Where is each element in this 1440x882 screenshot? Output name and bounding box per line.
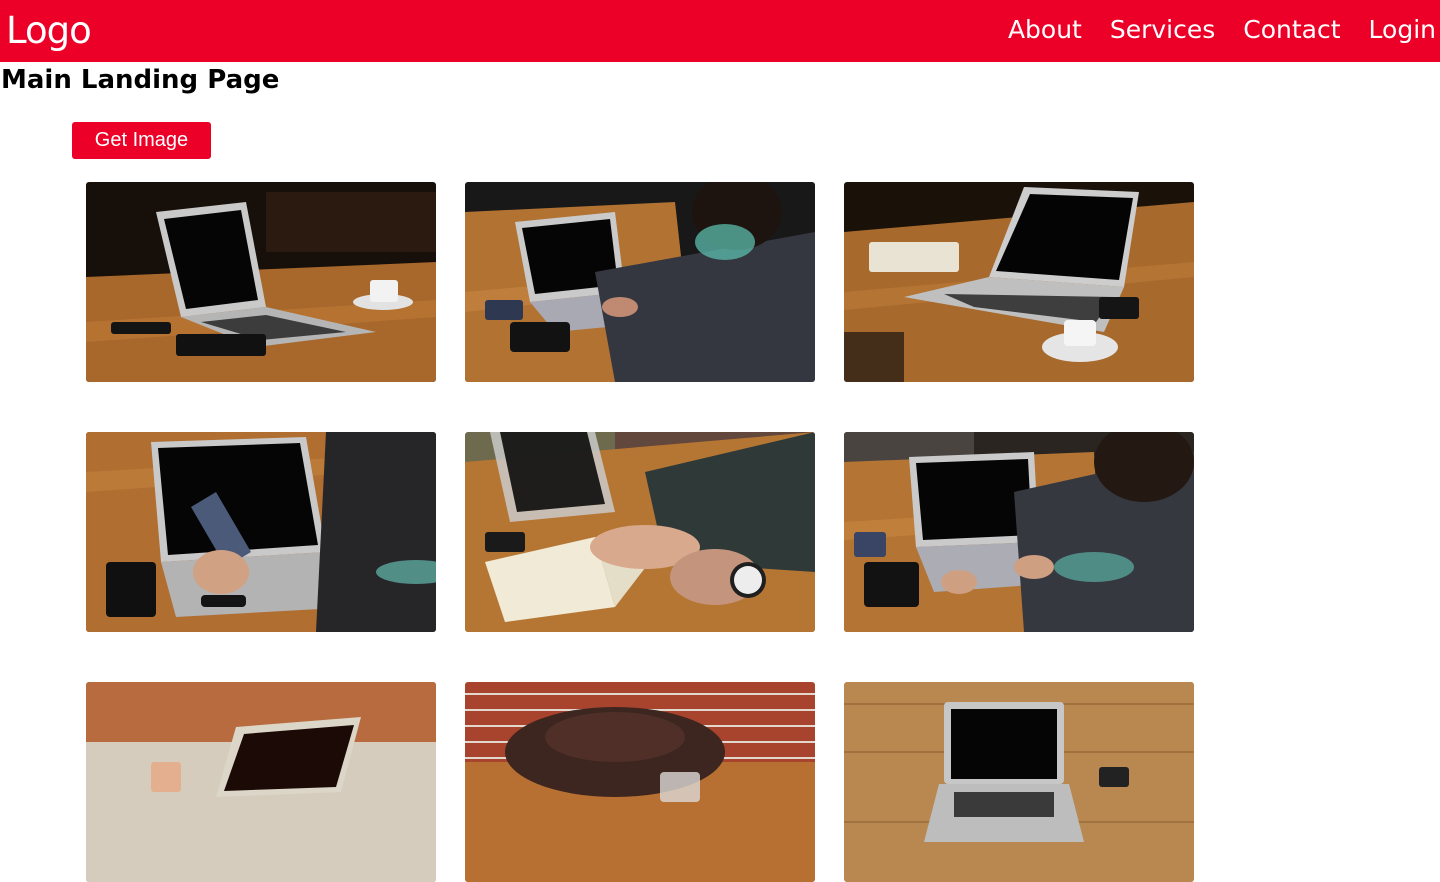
gallery-image[interactable]	[844, 182, 1194, 382]
logo[interactable]: Logo	[6, 7, 92, 55]
nav-links: About Services Contact Login	[1008, 12, 1436, 48]
gallery-image[interactable]	[844, 432, 1194, 632]
person-typing-laptop-photo	[465, 182, 815, 382]
person-typing-laptop-photo	[844, 432, 1194, 632]
gallery-image[interactable]	[465, 182, 815, 382]
gallery-image[interactable]	[86, 432, 436, 632]
nav-about-link[interactable]: About	[1008, 12, 1082, 48]
image-gallery	[86, 182, 1194, 882]
nav-contact-link[interactable]: Contact	[1243, 12, 1340, 48]
laptop-on-table-photo	[86, 182, 436, 382]
gallery-image[interactable]	[86, 182, 436, 382]
writing-in-notebook-photo	[465, 432, 815, 632]
laptop-cafe-photo	[86, 682, 436, 882]
laptop-on-wood-table-photo	[844, 682, 1194, 882]
nav-login-link[interactable]: Login	[1369, 12, 1436, 48]
gallery-image[interactable]	[465, 432, 815, 632]
leather-bag-photo	[465, 682, 815, 882]
nav-services-link[interactable]: Services	[1110, 12, 1215, 48]
gallery-image[interactable]	[465, 682, 815, 882]
page-title: Main Landing Page	[1, 65, 280, 95]
get-image-button[interactable]: Get Image	[72, 122, 211, 159]
laptop-with-notebook-photo	[844, 182, 1194, 382]
gallery-image[interactable]	[86, 682, 436, 882]
navbar: Logo About Services Contact Login	[0, 0, 1440, 62]
gallery-image[interactable]	[844, 682, 1194, 882]
hand-holding-phone-photo	[86, 432, 436, 632]
